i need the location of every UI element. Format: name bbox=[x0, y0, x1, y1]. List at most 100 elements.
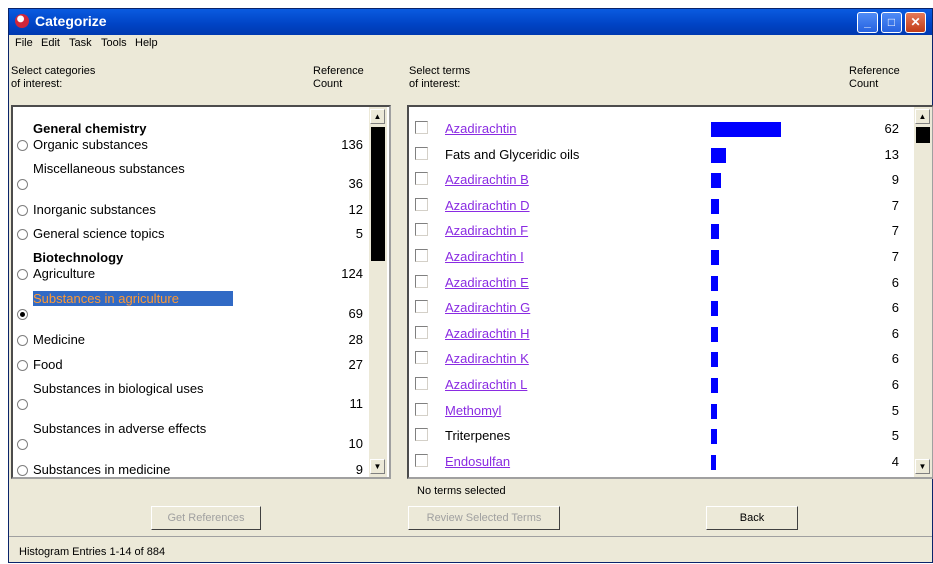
term-link[interactable]: Azadirachtin D bbox=[445, 198, 530, 213]
category-radio[interactable] bbox=[17, 309, 28, 320]
category-count: 28 bbox=[348, 332, 363, 347]
reference-count-bar bbox=[711, 250, 719, 265]
term-checkbox[interactable] bbox=[415, 172, 428, 186]
term-row: Azadirachtin D 7 bbox=[409, 194, 933, 220]
category-radio[interactable] bbox=[17, 399, 28, 410]
category-count: 11 bbox=[349, 396, 364, 411]
terms-scroll-up-button[interactable]: ▲ bbox=[915, 109, 930, 124]
minimize-button[interactable]: _ bbox=[857, 12, 878, 33]
menu-bar: File Edit Task Tools Help bbox=[9, 35, 932, 53]
term-link[interactable]: Azadirachtin K bbox=[445, 351, 529, 366]
category-count: 27 bbox=[348, 357, 363, 372]
menu-task[interactable]: Task bbox=[69, 37, 92, 49]
term-count: 6 bbox=[891, 300, 899, 316]
category-label: Miscellaneous substances bbox=[33, 161, 185, 176]
terms-scroll-thumb[interactable] bbox=[916, 127, 930, 143]
menu-tools[interactable]: Tools bbox=[101, 37, 127, 49]
maximize-button[interactable]: □ bbox=[881, 12, 902, 33]
term-checkbox[interactable] bbox=[415, 146, 428, 160]
reference-count-bar bbox=[711, 378, 718, 393]
reference-count-bar bbox=[711, 147, 726, 163]
category-label: Inorganic substances bbox=[33, 202, 156, 217]
term-link[interactable]: Azadirachtin I bbox=[445, 249, 524, 264]
reference-count-bar bbox=[711, 403, 717, 419]
terms-scrollbar[interactable]: ▲ ▼ bbox=[914, 107, 932, 477]
category-count: 10 bbox=[348, 436, 363, 451]
term-row: Azadirachtin I 7 bbox=[409, 245, 933, 271]
category-radio[interactable] bbox=[17, 140, 28, 151]
category-radio[interactable] bbox=[17, 439, 28, 450]
term-checkbox[interactable] bbox=[415, 402, 428, 416]
right-header-select: Select terms of interest: bbox=[409, 65, 471, 90]
category-count: 5 bbox=[355, 226, 363, 241]
term-checkbox[interactable] bbox=[415, 249, 428, 262]
term-link[interactable]: Azadirachtin L bbox=[445, 377, 527, 392]
terms-scroll-down-button[interactable]: ▼ bbox=[915, 459, 930, 474]
term-checkbox[interactable] bbox=[415, 223, 428, 237]
term-link[interactable]: Azadirachtin F bbox=[445, 223, 528, 238]
category-label: Agriculture bbox=[33, 266, 96, 281]
menu-edit[interactable]: Edit bbox=[41, 37, 60, 49]
term-link[interactable]: Azadirachtin B bbox=[445, 172, 529, 187]
term-checkbox[interactable] bbox=[415, 300, 428, 314]
term-count: 6 bbox=[891, 351, 899, 367]
term-checkbox[interactable] bbox=[415, 274, 428, 288]
term-count: 13 bbox=[884, 146, 899, 162]
category-radio[interactable] bbox=[17, 335, 28, 346]
close-button[interactable]: ✕ bbox=[905, 12, 926, 33]
status-bar-text: Histogram Entries 1-14 of 884 bbox=[19, 546, 166, 558]
scroll-down-button[interactable]: ▼ bbox=[370, 459, 385, 474]
term-link[interactable]: Azadirachtin G bbox=[445, 300, 530, 315]
term-checkbox[interactable] bbox=[415, 377, 428, 390]
category-group-heading: General chemistry bbox=[33, 121, 147, 136]
menu-file[interactable]: File bbox=[15, 37, 33, 49]
reference-count-bar bbox=[711, 198, 719, 214]
back-button[interactable]: Back bbox=[706, 506, 798, 530]
category-radio[interactable] bbox=[17, 179, 28, 190]
term-checkbox[interactable] bbox=[415, 121, 428, 134]
category-radio[interactable] bbox=[17, 465, 28, 476]
term-count: 4 bbox=[891, 453, 899, 469]
reference-count-bar bbox=[711, 275, 718, 291]
term-checkbox[interactable] bbox=[415, 428, 428, 442]
term-link[interactable]: Azadirachtin E bbox=[445, 275, 529, 290]
term-link[interactable]: Endosulfan bbox=[445, 454, 510, 469]
term-row: Fats and Glyceridic oils 13 bbox=[409, 143, 933, 169]
reference-count-bar bbox=[711, 454, 716, 470]
category-radio[interactable] bbox=[17, 269, 28, 280]
category-radio[interactable] bbox=[17, 360, 28, 371]
left-header-count: Reference Count bbox=[313, 65, 364, 90]
term-label: Triterpenes bbox=[445, 428, 511, 444]
reference-count-bar bbox=[711, 429, 717, 445]
term-checkbox[interactable] bbox=[415, 351, 428, 365]
term-link[interactable]: Azadirachtin H bbox=[445, 326, 530, 341]
review-selected-terms-button[interactable]: Review Selected Terms bbox=[408, 506, 560, 530]
term-row: Methomyl 5 bbox=[409, 399, 933, 425]
term-count: 5 bbox=[891, 402, 899, 418]
term-count: 62 bbox=[884, 121, 899, 136]
categorize-window: Categorize _ □ ✕ File Edit Task Tools He… bbox=[8, 8, 933, 563]
category-radio[interactable] bbox=[17, 229, 28, 240]
terms-panel: Azadirachtin 62 Fats and Glyceridic oils 13… bbox=[407, 105, 933, 479]
term-count: 7 bbox=[891, 249, 899, 264]
reference-count-bar bbox=[711, 301, 718, 317]
category-radio[interactable] bbox=[17, 205, 28, 216]
category-label: Substances in adverse effects bbox=[33, 421, 207, 436]
term-count: 5 bbox=[891, 428, 899, 444]
term-checkbox[interactable] bbox=[415, 453, 428, 467]
scroll-up-button[interactable]: ▲ bbox=[370, 109, 385, 124]
category-count: 12 bbox=[348, 202, 363, 217]
term-row: Azadirachtin H 6 bbox=[409, 322, 933, 348]
category-count: 69 bbox=[348, 306, 363, 321]
term-checkbox[interactable] bbox=[415, 325, 428, 339]
menu-help[interactable]: Help bbox=[135, 37, 158, 49]
term-row: Azadirachtin F 7 bbox=[409, 219, 933, 245]
scroll-thumb[interactable] bbox=[371, 127, 385, 261]
categories-scrollbar[interactable]: ▲ ▼ bbox=[369, 107, 387, 477]
term-checkbox[interactable] bbox=[415, 197, 428, 211]
title-bar[interactable]: Categorize _ □ ✕ bbox=[9, 9, 932, 35]
categories-panel: General chemistry Organic substances 136 Mi… bbox=[11, 105, 391, 479]
get-references-button[interactable]: Get References bbox=[151, 506, 261, 530]
term-link[interactable]: Azadirachtin bbox=[445, 121, 517, 136]
term-link[interactable]: Methomyl bbox=[445, 403, 501, 418]
